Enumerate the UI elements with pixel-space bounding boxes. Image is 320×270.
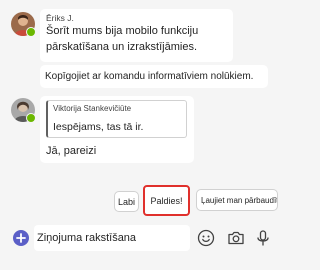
emoji-icon[interactable] [196, 228, 216, 248]
suggested-reply-thanks[interactable]: Paldies! [143, 185, 190, 216]
quoted-message[interactable]: Viktorija Stankevičiūte Iespējams, tas t… [46, 100, 187, 138]
quote-text: Iespējams, tas tā ir. [53, 121, 144, 133]
message-sender: Ēriks J. [46, 13, 74, 23]
message-bubble[interactable]: Viktorija Stankevičiūte Iespējams, tas t… [40, 96, 194, 163]
plus-circle-icon[interactable] [11, 228, 31, 248]
message-text-line: pārskatīšana un izrakstījāmies. [46, 41, 198, 53]
presence-available-icon [26, 113, 36, 123]
compose-bar: Ziņojuma rakstīšana [0, 218, 282, 270]
suggested-reply-check[interactable]: Ļaujiet man pārbaudīt [196, 189, 278, 211]
camera-icon[interactable] [226, 228, 246, 248]
quote-author: Viktorija Stankevičiūte [53, 104, 132, 113]
message-bubble[interactable]: Ēriks J. Šorīt mums bija mobilo funkciju… [40, 9, 233, 62]
message-bubble[interactable]: Kopīgojiet ar komandu informatīviem nolū… [40, 65, 268, 88]
suggested-reply-ok[interactable]: Labi [114, 191, 139, 212]
message-input[interactable]: Ziņojuma rakstīšana [34, 225, 190, 251]
message-text: Kopīgojiet ar komandu informatīviem nolū… [45, 71, 254, 82]
message-text-line: Šorīt mums bija mobilo funkciju [46, 25, 199, 37]
microphone-icon[interactable] [253, 228, 273, 248]
message-text: Jā, pareizi [46, 145, 97, 157]
presence-available-icon [26, 27, 36, 37]
